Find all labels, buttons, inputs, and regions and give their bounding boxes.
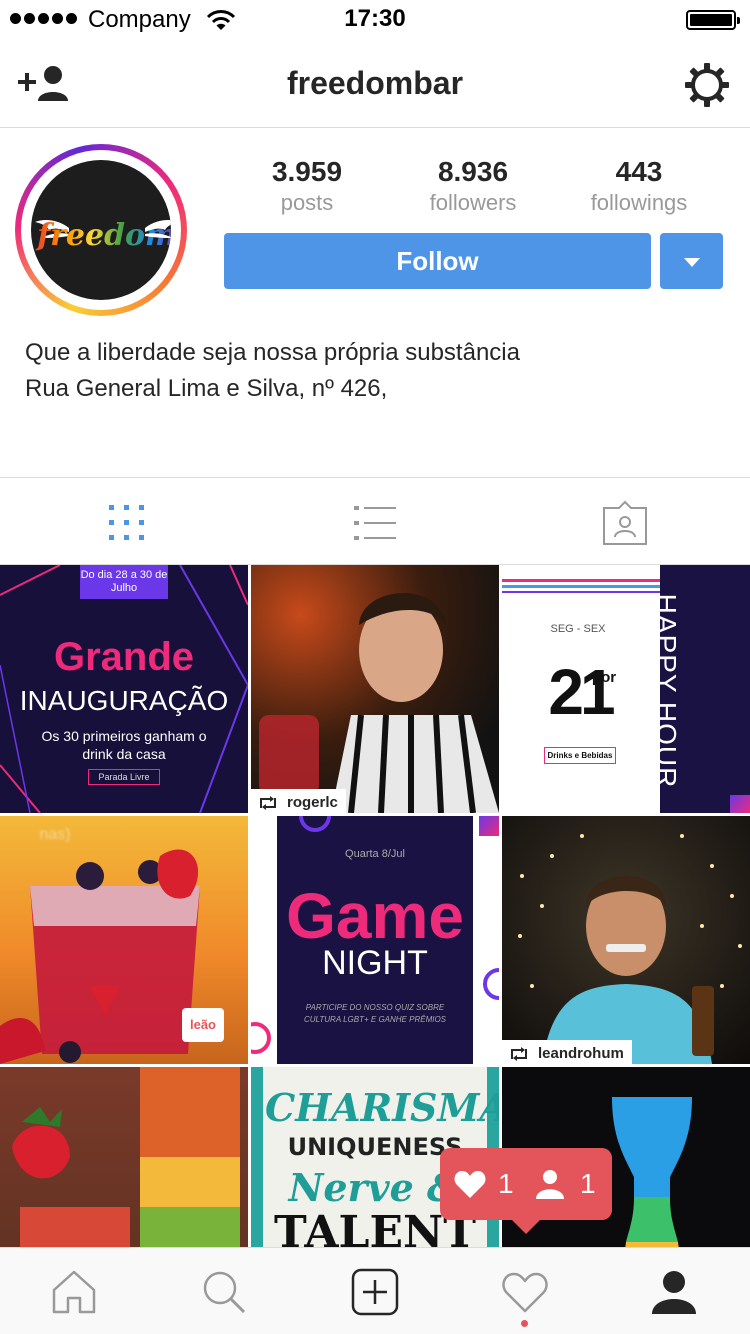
repost-label: leandrohum [502, 1040, 632, 1064]
search-icon[interactable] [200, 1268, 248, 1316]
repost-label: rogerlc [251, 789, 346, 813]
bio-line: Rua General Lima e Silva, nº 426, [25, 375, 388, 402]
profile-stats: 3.959 posts 8.936 followers 443 followin… [224, 156, 724, 216]
photo-person-silhouette [259, 593, 499, 813]
post-thumbnail[interactable]: Do dia 28 a 30 de Julho Grande INAUGURAÇ… [0, 565, 248, 813]
wing-right-icon [145, 220, 171, 238]
post-days: SEG - SEX [550, 623, 606, 635]
repost-username: rogerlc [287, 794, 338, 811]
followings-label: followings [590, 190, 688, 215]
likes-count: 1 [498, 1168, 514, 1199]
status-bar: Company 17:30 [0, 0, 750, 40]
profile-bio: Que a liberdade seja nossa própria subst… [25, 335, 725, 407]
post-promo-number: 21 [548, 656, 615, 728]
followers-count: 8.936 [437, 156, 509, 187]
caret-down-icon [684, 258, 700, 267]
post-thumbnail[interactable]: rogerlc [251, 565, 499, 813]
stat-followers[interactable]: 8.936 followers [390, 156, 556, 216]
post-thumbnail[interactable]: Quarta 8/Jul Game NIGHT PARTICIPE DO NOS… [251, 816, 499, 1064]
post-date-badge: Do dia 28 a 30 de Julho [80, 565, 168, 599]
list-view-icon [354, 506, 396, 540]
post-vertical-title: HAPPY HOUR [651, 593, 682, 789]
activity-indicator-dot [521, 1320, 528, 1327]
posts-grid: Do dia 28 a 30 de Julho Grande INAUGURAÇ… [0, 565, 750, 1247]
post-caption: PARTICIPE DO NOSSO QUIZ SOBRE CULTURA LG… [303, 1003, 447, 1024]
navigation-bar: freedombar [0, 40, 750, 128]
follower-icon [536, 1170, 564, 1199]
home-icon[interactable] [50, 1268, 98, 1316]
posts-count: 3.959 [271, 156, 343, 187]
settings-icon[interactable] [684, 62, 730, 108]
profile-icon[interactable] [650, 1268, 698, 1316]
post-title: Grande [53, 635, 195, 679]
followers-label: followers [429, 190, 517, 215]
post-subtitle: INAUGURAÇÃO [19, 685, 229, 716]
tab-list-view[interactable] [250, 478, 500, 566]
repost-icon [511, 1046, 527, 1061]
new-post-icon[interactable] [351, 1268, 399, 1316]
tagged-photos-icon [603, 500, 647, 545]
brand-tag: leão [182, 1008, 224, 1042]
photo-layered-drinks [12, 1067, 240, 1247]
stat-followings[interactable]: 443 followings [556, 156, 722, 216]
post-tag: Drinks e Bebidas [544, 747, 616, 764]
followers-notification-count: 1 [580, 1168, 596, 1199]
post-promo-sup: por [591, 669, 617, 686]
grid-view-icon [109, 505, 144, 540]
profile-avatar[interactable]: freedom [15, 144, 187, 316]
activity-notification-bubble[interactable]: 1 1 [440, 1148, 612, 1234]
post-thumbnail[interactable] [0, 1067, 248, 1247]
post-word: CHARISMA [265, 1085, 499, 1130]
posts-label: posts [280, 190, 334, 215]
post-title: Game [286, 880, 464, 952]
followings-count: 443 [615, 156, 663, 187]
post-thumbnail[interactable]: leandrohum [502, 816, 750, 1064]
bottom-tab-bar [0, 1247, 750, 1334]
post-date: Quarta 8/Jul [345, 848, 405, 860]
post-thumbnail[interactable]: SEG - SEX 21 por Drinks e Bebidas HAPPY … [502, 565, 750, 813]
post-subtitle: NIGHT [322, 944, 428, 982]
activity-icon[interactable] [501, 1268, 549, 1316]
profile-view-tabs [0, 477, 750, 565]
battery-icon [686, 10, 740, 30]
clock: 17:30 [344, 5, 406, 32]
stat-posts[interactable]: 3.959 posts [224, 156, 390, 216]
tab-tagged-photos[interactable] [500, 478, 750, 566]
heart-icon [454, 1171, 486, 1198]
repost-icon [260, 795, 276, 810]
follow-button[interactable]: Follow [224, 233, 651, 289]
suggested-accounts-dropdown-button[interactable] [660, 233, 723, 289]
repost-username: leandrohum [538, 1045, 624, 1062]
profile-username-title: freedombar [286, 65, 464, 101]
photo-person-with-lights [518, 834, 742, 1064]
tab-grid-view[interactable] [0, 478, 250, 566]
post-thumbnail[interactable]: nas) leão [0, 816, 248, 1064]
post-tag: Parada Livre [88, 769, 160, 785]
bio-line: Que a liberdade seja nossa própria subst… [25, 339, 520, 366]
post-caption: Os 30 primeiros ganham o drink da casa [41, 728, 207, 762]
